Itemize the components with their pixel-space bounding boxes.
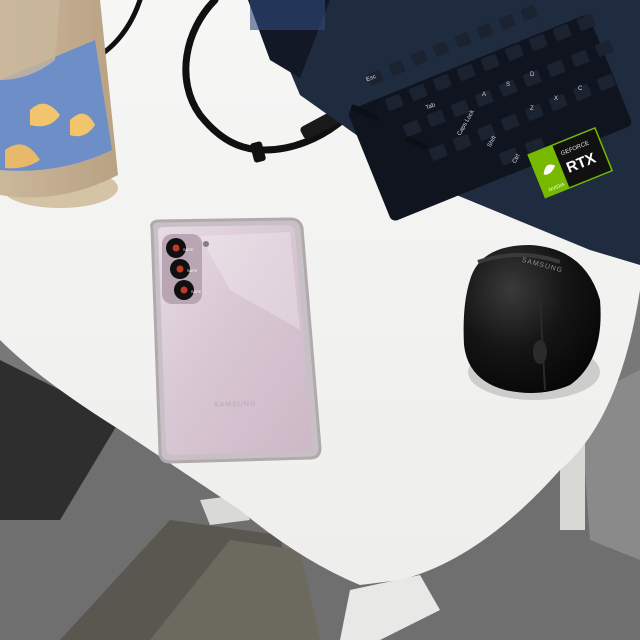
desk-photo: Esc Tab Caps Lock Shift Ctrl A S D Z X C… — [0, 0, 640, 640]
camera-sticker-label: SAFE — [191, 289, 202, 294]
phone-brand-text: SAMSUNG — [214, 400, 257, 408]
key-label-z: Z — [530, 106, 534, 112]
camera-sticker-label: SAFE — [183, 247, 194, 252]
coffee-cup — [0, 0, 118, 208]
key-label-c: C — [578, 86, 583, 92]
camera-sticker-label: SAFE — [187, 268, 198, 273]
key-label-x: X — [554, 96, 558, 102]
camera-module — [162, 234, 209, 304]
smartphone: SAFE SAFE SAFE SAMSUNG — [150, 217, 322, 464]
key-label-a: A — [482, 92, 486, 98]
wireless-mouse: SAMSUNG — [463, 245, 601, 400]
key-label-d: D — [530, 72, 535, 78]
key-label-s: S — [506, 82, 510, 88]
